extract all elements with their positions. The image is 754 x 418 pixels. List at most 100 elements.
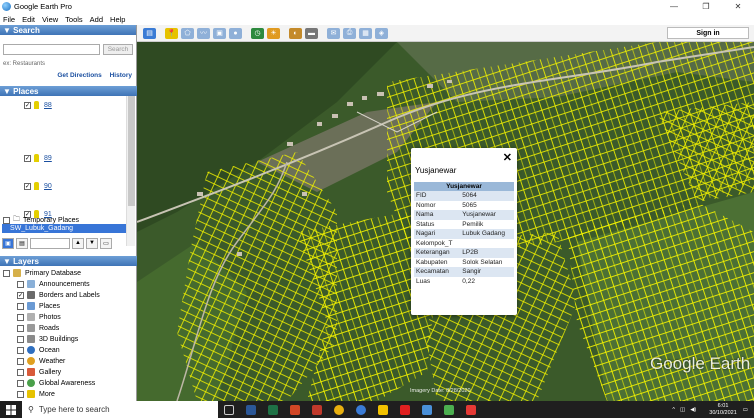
- app-icon[interactable]: [306, 401, 328, 418]
- layer-item[interactable]: Global Awareness: [17, 378, 95, 388]
- maximize-button[interactable]: ❐: [690, 0, 722, 13]
- layer-item[interactable]: Gallery: [17, 367, 61, 377]
- checkbox[interactable]: [17, 335, 24, 343]
- view-mode-icon[interactable]: ▣: [2, 237, 14, 249]
- record-tour-icon[interactable]: ●: [229, 27, 242, 39]
- layer-item[interactable]: Photos: [17, 312, 61, 322]
- notifications-icon[interactable]: ▭: [743, 407, 748, 413]
- layer-item[interactable]: More: [17, 389, 55, 399]
- checkbox[interactable]: ✓: [24, 182, 31, 190]
- place-link[interactable]: 88: [44, 102, 52, 109]
- scrollbar-thumb[interactable]: [128, 96, 135, 206]
- checkbox[interactable]: [17, 313, 24, 321]
- powerpoint-icon[interactable]: [284, 401, 306, 418]
- place-link[interactable]: 89: [44, 155, 52, 162]
- toolbar: ▤ 📍 ⬠ 〰 ▣ ● ◷ ☀ ◐ ▬ ✉ ⎙ ▦ ◈ Sign in: [137, 25, 754, 42]
- print-icon[interactable]: ⎙: [343, 27, 356, 39]
- taskbar-search-input[interactable]: ⚲ Type here to search: [22, 401, 218, 418]
- list-item[interactable]: ✓ 89: [24, 154, 52, 162]
- search-input[interactable]: [3, 44, 100, 55]
- checkbox[interactable]: [17, 368, 24, 376]
- list-item[interactable]: ✓ 90: [24, 182, 52, 190]
- tray-arrow-icon[interactable]: ^: [672, 407, 675, 413]
- move-down-icon[interactable]: ▼: [86, 237, 98, 249]
- checkbox[interactable]: [3, 217, 10, 224]
- checkbox[interactable]: [17, 302, 24, 310]
- minimize-button[interactable]: —: [658, 0, 690, 13]
- polygon-icon[interactable]: ⬠: [181, 27, 194, 39]
- history-link[interactable]: History: [110, 72, 132, 79]
- checkbox[interactable]: [3, 269, 10, 277]
- layer-item[interactable]: 3D Buildings: [17, 334, 78, 344]
- layer-item[interactable]: ✓ Borders and Labels: [17, 290, 100, 300]
- field-value: 0,22: [462, 277, 475, 285]
- volume-icon[interactable]: ◀): [690, 407, 696, 413]
- email-icon[interactable]: ✉: [327, 27, 340, 39]
- planets-icon[interactable]: ◐: [289, 27, 302, 39]
- menu-view[interactable]: View: [42, 15, 58, 24]
- save-image-icon[interactable]: ▦: [359, 27, 372, 39]
- layer-item[interactable]: Places: [17, 301, 60, 311]
- checkbox[interactable]: [17, 390, 24, 398]
- menu-edit[interactable]: Edit: [22, 15, 35, 24]
- close-button[interactable]: ✕: [722, 0, 754, 13]
- checkbox[interactable]: [17, 357, 24, 365]
- file-explorer-icon[interactable]: [372, 401, 394, 418]
- chrome-icon[interactable]: [328, 401, 350, 418]
- places-filter-input[interactable]: [30, 237, 70, 249]
- app-icon-2[interactable]: [416, 401, 438, 418]
- field-value: Lubuk Gadang: [460, 229, 514, 239]
- layer-item[interactable]: Weather: [17, 356, 65, 366]
- checkbox[interactable]: ✓: [17, 291, 24, 299]
- clock-date: 30/10/2021: [709, 409, 737, 416]
- menu-add[interactable]: Add: [90, 15, 103, 24]
- checkbox[interactable]: [17, 280, 24, 288]
- google-earth-taskbar-icon[interactable]: [350, 401, 372, 418]
- sun-icon[interactable]: ☀: [267, 27, 280, 39]
- close-icon[interactable]: ✕: [503, 151, 512, 164]
- layer-item[interactable]: Roads: [17, 323, 59, 333]
- checkbox[interactable]: [17, 346, 24, 354]
- task-view-icon[interactable]: [218, 401, 240, 418]
- checkbox[interactable]: ✓: [24, 101, 31, 109]
- list-item[interactable]: ✓ 88: [24, 101, 52, 109]
- network-icon[interactable]: ◫: [680, 407, 685, 413]
- acrobat-icon[interactable]: [394, 401, 416, 418]
- historical-imagery-icon[interactable]: ◷: [251, 27, 264, 39]
- layer-item[interactable]: Primary Database: [3, 268, 81, 278]
- ruler-icon[interactable]: ▬: [305, 27, 318, 39]
- path-icon[interactable]: 〰: [197, 27, 210, 39]
- places-scrollbar[interactable]: [126, 96, 135, 246]
- app-icon-3[interactable]: [438, 401, 460, 418]
- folder-view-icon[interactable]: ▤: [16, 237, 28, 249]
- layer-item[interactable]: Announcements: [17, 279, 90, 289]
- search-button[interactable]: Search: [103, 44, 133, 55]
- move-up-icon[interactable]: ▲: [72, 237, 84, 249]
- search-header[interactable]: ▼ Search: [0, 25, 136, 35]
- app-icon-4[interactable]: [460, 401, 482, 418]
- checkbox[interactable]: [17, 324, 24, 332]
- place-link[interactable]: 90: [44, 183, 52, 190]
- menu-file[interactable]: File: [3, 15, 15, 24]
- maps-icon[interactable]: ◈: [375, 27, 388, 39]
- layer-label: Places: [39, 302, 61, 310]
- menu-tools[interactable]: Tools: [65, 15, 83, 24]
- layer-item[interactable]: Ocean: [17, 345, 60, 355]
- checkbox[interactable]: [17, 379, 24, 387]
- selected-layer-item[interactable]: SW_Lubuk_Gadang: [2, 224, 126, 233]
- windows-start-icon[interactable]: [0, 401, 22, 418]
- menu-help[interactable]: Help: [110, 15, 125, 24]
- image-overlay-icon[interactable]: ▣: [213, 27, 226, 39]
- placemark-icon[interactable]: 📍: [165, 27, 178, 39]
- folder-icon[interactable]: ▭: [100, 237, 112, 249]
- clock[interactable]: 6:01 30/10/2021: [709, 403, 737, 416]
- sign-in-button[interactable]: Sign in: [667, 27, 749, 39]
- places-header[interactable]: ▼ Places: [0, 86, 137, 96]
- checkbox[interactable]: ✓: [24, 154, 31, 162]
- layers-header[interactable]: ▼ Layers: [0, 256, 137, 266]
- get-directions-link[interactable]: Get Directions: [57, 72, 101, 79]
- excel-icon[interactable]: [262, 401, 284, 418]
- table-row: Kabupaten Solok Selatan: [414, 258, 514, 268]
- word-icon[interactable]: [240, 401, 262, 418]
- sidebar-toggle-icon[interactable]: ▤: [143, 27, 156, 39]
